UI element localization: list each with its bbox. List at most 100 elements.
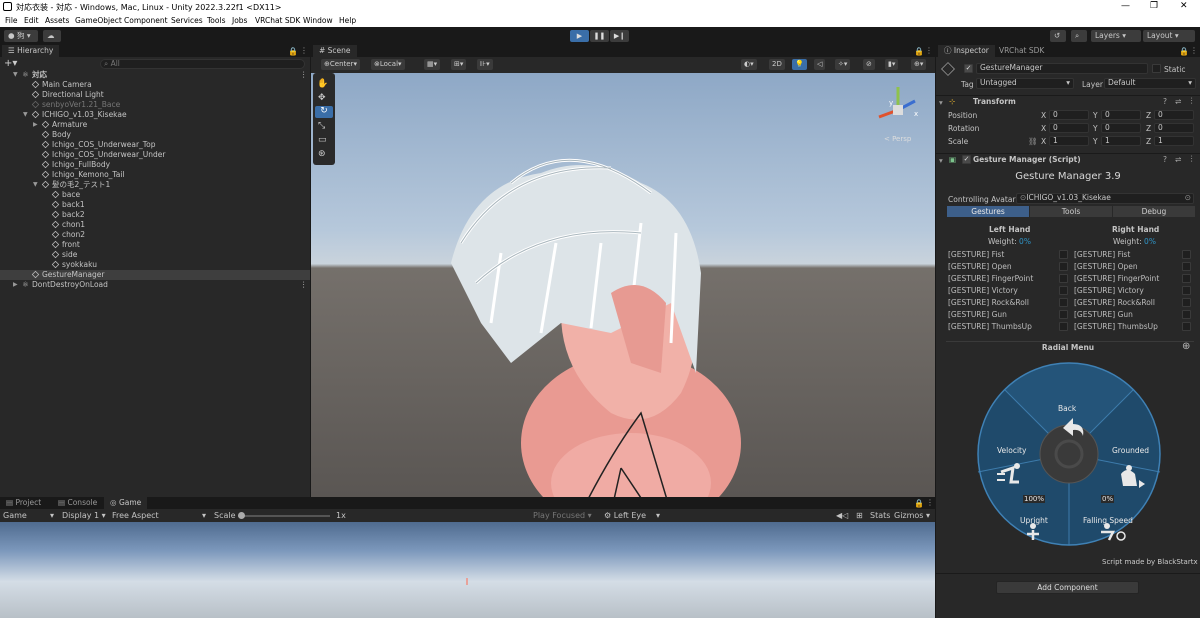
hand-tool-icon[interactable]: ✋ bbox=[317, 79, 328, 89]
right-gesture-checkbox[interactable] bbox=[1182, 262, 1191, 271]
lock-icon[interactable]: 🔒 bbox=[914, 499, 924, 508]
tag-dropdown[interactable]: Untagged ▾ bbox=[976, 78, 1074, 89]
active-checkbox[interactable]: ✓ bbox=[964, 64, 973, 73]
camera-icon[interactable]: ▮▾ bbox=[885, 59, 899, 70]
space-dropdown[interactable]: ⊗Local▾ bbox=[371, 59, 405, 70]
tab-scene[interactable]: # Scene bbox=[313, 45, 357, 57]
hierarchy-item[interactable]: Ichigo_Kemono_Tail bbox=[0, 170, 310, 180]
transform-rotation-x-field[interactable]: 0 bbox=[1049, 123, 1089, 133]
play-focused-dropdown[interactable]: Play Focused ▾ bbox=[533, 511, 592, 520]
eye-dropdown[interactable]: ⚙ Left Eye ▾ bbox=[604, 511, 660, 520]
left-gesture-checkbox[interactable] bbox=[1059, 310, 1068, 319]
menu-component[interactable]: Component bbox=[124, 16, 168, 25]
transform-tool-icon[interactable]: ⊛ bbox=[318, 149, 326, 159]
object-name-field[interactable]: GestureManager bbox=[976, 63, 1148, 74]
left-gesture-checkbox[interactable] bbox=[1059, 274, 1068, 283]
more-icon[interactable]: ⋮ bbox=[300, 280, 308, 290]
hierarchy-item[interactable]: chon2 bbox=[0, 230, 310, 240]
menu-window[interactable]: Window bbox=[303, 16, 333, 25]
constrain-proportions-icon[interactable]: ⛓ bbox=[1028, 137, 1038, 146]
scale-slider-thumb[interactable] bbox=[238, 512, 245, 519]
transform-position-z-field[interactable]: 0 bbox=[1154, 110, 1194, 120]
transform-rotation-z-field[interactable]: 0 bbox=[1154, 123, 1194, 133]
hierarchy-item[interactable]: ▶ Armature bbox=[0, 120, 310, 130]
hierarchy-item[interactable]: chon1 bbox=[0, 220, 310, 230]
snap-increment-icon[interactable]: ⊞▾ bbox=[451, 59, 467, 70]
hierarchy-item[interactable]: senbyoVer1.21_Bace bbox=[0, 100, 310, 110]
left-gesture-checkbox[interactable] bbox=[1059, 322, 1068, 331]
hierarchy-item[interactable]: Ichigo_COS_Underwear_Under bbox=[0, 150, 310, 160]
right-gesture-checkbox[interactable] bbox=[1182, 274, 1191, 283]
aspect-dropdown[interactable]: Free Aspect ▾ bbox=[112, 511, 206, 520]
right-gesture-checkbox[interactable] bbox=[1182, 322, 1191, 331]
audio-icon[interactable]: ◁ bbox=[814, 59, 826, 70]
hierarchy-item[interactable]: front bbox=[0, 240, 310, 250]
left-gesture-checkbox[interactable] bbox=[1059, 250, 1068, 259]
lock-icon[interactable]: 🔒 bbox=[914, 47, 924, 56]
pivot-dropdown[interactable]: ⊕Center▾ bbox=[321, 59, 360, 70]
lighting-icon[interactable]: 💡 bbox=[792, 59, 807, 70]
controlling-avatar-field[interactable]: ⊙ICHIGO_v1.03_Kisekae ⊙ bbox=[1016, 193, 1194, 204]
menu-services[interactable]: Services bbox=[171, 16, 203, 25]
hidden-objects-icon[interactable]: ⊘ bbox=[863, 59, 875, 70]
layers-dropdown[interactable]: Layers ▾ bbox=[1091, 30, 1141, 42]
ruler-icon[interactable]: ⊪▾ bbox=[477, 59, 493, 70]
transform-scale-z-field[interactable]: 1 bbox=[1154, 136, 1194, 146]
hierarchy-item[interactable]: back2 bbox=[0, 210, 310, 220]
expand-arrow-icon[interactable]: ▶ bbox=[13, 280, 20, 290]
right-gesture-checkbox[interactable] bbox=[1182, 310, 1191, 319]
menu-assets[interactable]: Assets bbox=[45, 16, 69, 25]
play-button[interactable]: ▶ bbox=[570, 30, 589, 42]
scale-tool-icon[interactable]: ⤡ bbox=[318, 121, 325, 131]
right-gesture-checkbox[interactable] bbox=[1182, 298, 1191, 307]
hierarchy-item[interactable]: GestureManager bbox=[0, 270, 310, 280]
component-menu-icon[interactable]: ⋮ bbox=[1188, 96, 1196, 105]
menu-edit[interactable]: Edit bbox=[24, 16, 39, 25]
component-menu-icon[interactable]: ⋮ bbox=[1188, 154, 1196, 163]
orientation-gizmo-icon[interactable]: x y bbox=[871, 83, 925, 137]
move-tool-icon[interactable]: ✥ bbox=[318, 93, 326, 103]
help-icon[interactable]: ? bbox=[1163, 155, 1167, 164]
right-gesture-checkbox[interactable] bbox=[1182, 286, 1191, 295]
close-icon[interactable]: ✕ bbox=[1180, 1, 1188, 11]
tab-game[interactable]: ◎ Game bbox=[104, 497, 148, 509]
preset-icon[interactable]: ⇌ bbox=[1175, 97, 1181, 106]
menu-vrchat-sdk[interactable]: VRChat SDK bbox=[255, 16, 300, 25]
tab-hierarchy[interactable]: ☰ Hierarchy bbox=[2, 45, 60, 57]
transform-scale-x-field[interactable]: 1 bbox=[1049, 136, 1089, 146]
minimize-icon[interactable]: — bbox=[1121, 1, 1130, 11]
tab-inspector[interactable]: ⓘ Inspector bbox=[938, 45, 995, 57]
transform-foldout-arrow-icon[interactable]: ▾ bbox=[939, 98, 943, 107]
transform-position-y-field[interactable]: 0 bbox=[1101, 110, 1141, 120]
expand-arrow-icon[interactable]: ▼ bbox=[33, 180, 40, 190]
shortcuts-icon[interactable]: ⊞ bbox=[856, 511, 863, 520]
static-checkbox[interactable] bbox=[1152, 64, 1161, 73]
lock-icon[interactable]: 🔒 bbox=[1179, 47, 1189, 56]
layer-dropdown[interactable]: Default ▾ bbox=[1104, 78, 1196, 89]
tab-console[interactable]: ▤ Console bbox=[52, 497, 103, 509]
scene-viewport[interactable]: ✋ ✥ ↻ ⤡ ▭ ⊛ x y < Persp bbox=[311, 73, 935, 497]
more-icon[interactable]: ⋮ bbox=[926, 498, 934, 507]
step-button[interactable]: ▶❙ bbox=[610, 30, 629, 42]
rotate-tool-icon[interactable]: ↻ bbox=[315, 106, 333, 118]
left-gesture-checkbox[interactable] bbox=[1059, 298, 1068, 307]
layout-dropdown[interactable]: Layout ▾ bbox=[1143, 30, 1195, 42]
lock-icon[interactable]: 🔒 bbox=[288, 47, 298, 56]
left-gesture-checkbox[interactable] bbox=[1059, 286, 1068, 295]
hierarchy-item[interactable]: Ichigo_FullBody bbox=[0, 160, 310, 170]
add-icon[interactable]: +▾ bbox=[4, 58, 17, 69]
hierarchy-item[interactable]: Body bbox=[0, 130, 310, 140]
transform-scale-y-field[interactable]: 1 bbox=[1101, 136, 1141, 146]
transform-position-x-field[interactable]: 0 bbox=[1049, 110, 1089, 120]
display-mode-dropdown[interactable]: Game ▾ bbox=[3, 511, 54, 520]
menu-gameobject[interactable]: GameObject bbox=[75, 16, 122, 25]
mute-icon[interactable]: ◀◁ bbox=[836, 511, 848, 520]
tab-project[interactable]: ▤ Project bbox=[0, 497, 47, 509]
scale-slider[interactable] bbox=[238, 512, 330, 519]
right-gesture-checkbox[interactable] bbox=[1182, 250, 1191, 259]
hierarchy-search-input[interactable]: ⌕ All bbox=[100, 59, 305, 69]
shading-mode-icon[interactable]: ◐▾ bbox=[741, 59, 757, 70]
tab-vrchat-sdk[interactable]: VRChat SDK bbox=[993, 45, 1050, 57]
left-gesture-checkbox[interactable] bbox=[1059, 262, 1068, 271]
hierarchy-item[interactable]: ▼ ⚛ 対応 ⋮ bbox=[0, 70, 310, 80]
